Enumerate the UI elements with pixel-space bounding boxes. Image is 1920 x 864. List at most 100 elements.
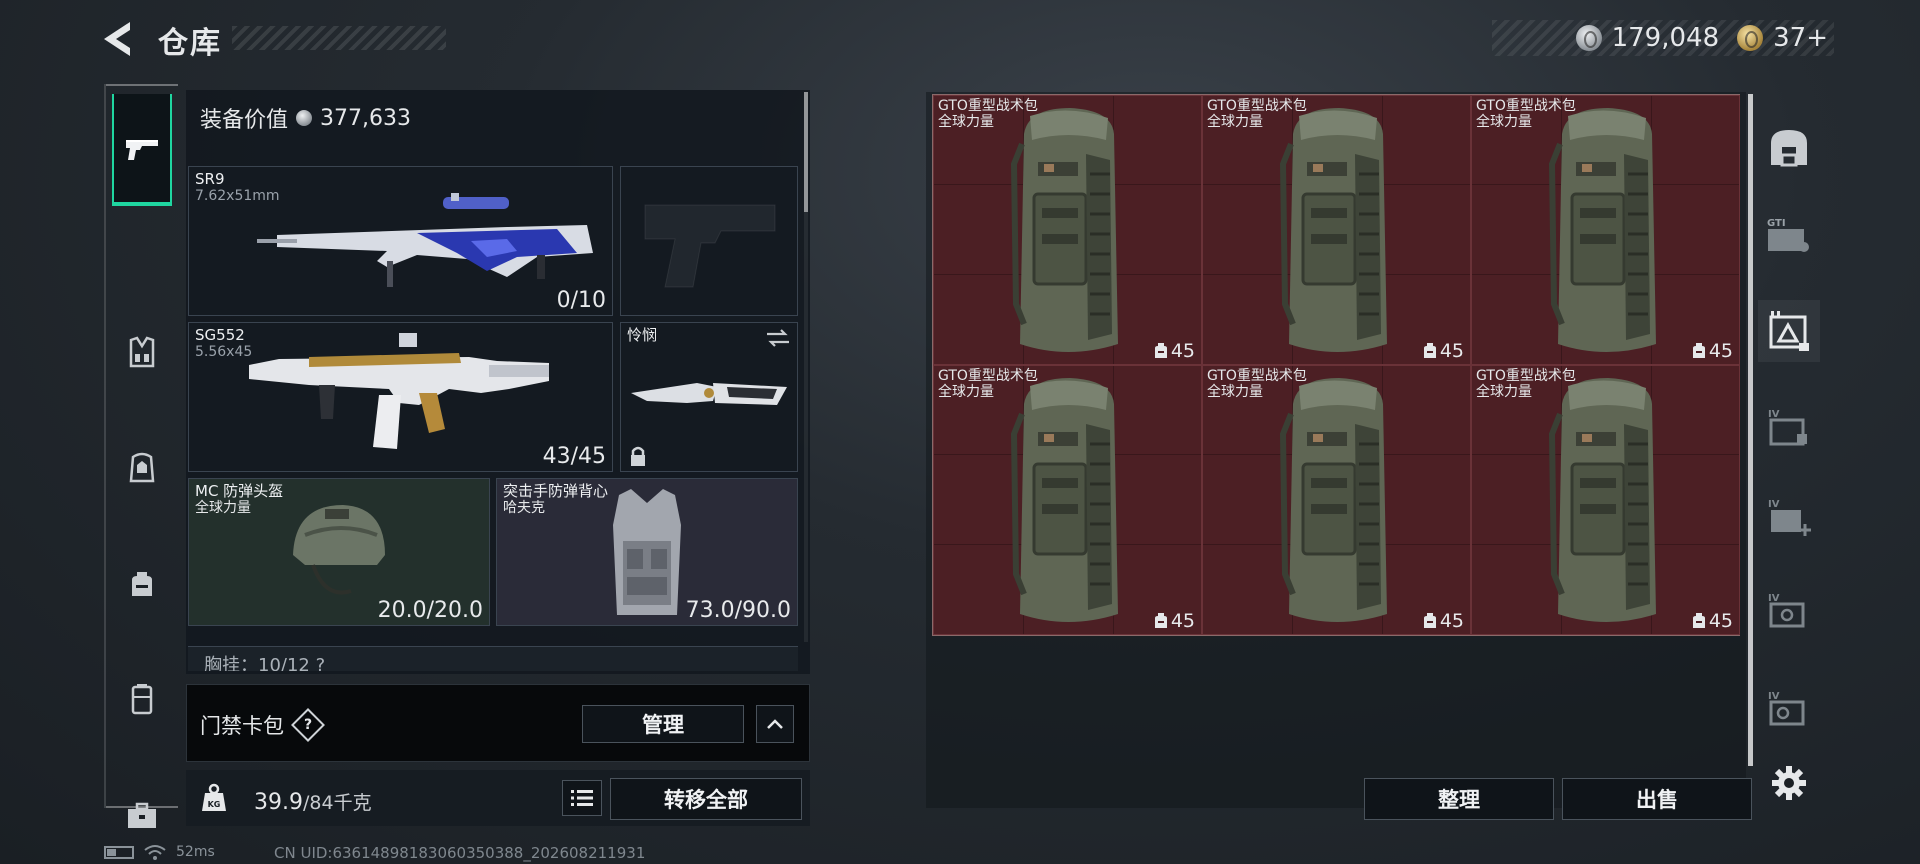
silver-coin-icon	[1575, 25, 1602, 51]
weight-max: /84千克	[302, 792, 372, 814]
secondary-weapon-slot[interactable]: SG552 5.56x45 43/45	[188, 322, 613, 472]
storage-side-tabs: GTI IV IV IV IV	[1758, 94, 1820, 814]
backpack-icon	[1279, 108, 1387, 352]
backpack-icon	[1010, 108, 1118, 352]
gold-amount[interactable]: 37+	[1773, 23, 1828, 53]
equipment-value-label: 装备价值	[200, 108, 289, 133]
storage-item-backpack[interactable]: GTO重型战术包 全球力量 45	[933, 365, 1202, 635]
sort-button[interactable]: 整理	[1364, 778, 1554, 820]
vest-faction: 哈夫克	[503, 500, 545, 516]
melee-name: 怜悯	[627, 326, 658, 344]
backpack-small-icon	[1154, 343, 1167, 358]
swap-icon[interactable]	[765, 327, 791, 349]
backpack-icon	[1279, 378, 1387, 622]
backpack-small-icon	[1423, 343, 1436, 358]
side-tab-home[interactable]	[1758, 116, 1820, 178]
tab-backpack[interactable]	[114, 556, 170, 612]
storage-item-backpack[interactable]: GTO重型战术包 全球力量 45	[1202, 95, 1471, 365]
chevron-up-icon	[767, 719, 783, 729]
storage-item-backpack[interactable]: GTO重型战术包 全球力量 45	[1471, 365, 1740, 635]
canister-icon	[131, 684, 153, 715]
extension-kit-icon: IV	[1768, 691, 1805, 726]
backpack-small-icon	[1692, 343, 1705, 358]
item-faction: 全球力量	[1207, 114, 1263, 130]
item-capacity: 45	[1423, 610, 1464, 632]
battery-icon	[104, 845, 134, 859]
side-tab-label: IV	[1768, 593, 1780, 604]
back-arrow-icon	[104, 22, 130, 56]
side-tab-label: GTI	[1767, 218, 1786, 229]
toolbox-icon	[128, 802, 156, 828]
manage-button[interactable]: 管理	[582, 705, 744, 743]
helmet-slot[interactable]: MC 防弹头盔 全球力量 20.0/20.0	[188, 478, 490, 626]
tab-case[interactable]	[114, 788, 170, 844]
vest-slot[interactable]: 突击手防弹背心 哈夫克 73.0/90.0	[496, 478, 798, 626]
equipment-scrollbar-thumb[interactable]	[804, 92, 808, 212]
transfer-all-button[interactable]: 转移全部	[610, 778, 802, 820]
knife-icon	[631, 383, 787, 405]
gold-coin-icon	[1737, 25, 1764, 51]
svg-text:KG: KG	[208, 800, 221, 809]
storage-item-backpack[interactable]: GTO重型战术包 全球力量 45	[933, 95, 1202, 365]
primary-weapon-ammo: 0/10	[556, 288, 606, 313]
backpack-small-icon	[1692, 613, 1705, 628]
tab-armor[interactable]	[114, 324, 170, 380]
tab-rig[interactable]	[114, 440, 170, 496]
storage-item-backpack[interactable]: GTO重型战术包 全球力量 45	[1202, 365, 1471, 635]
pistol-placeholder-icon	[644, 204, 776, 288]
tab-container[interactable]	[114, 672, 170, 728]
item-faction: 全球力量	[938, 384, 994, 400]
storage-item-backpack[interactable]: GTO重型战术包 全球力量 45	[1471, 95, 1740, 365]
vest-name: 突击手防弹背心	[503, 482, 609, 500]
storage-scrollbar[interactable]	[1748, 94, 1753, 766]
help-icon[interactable]: ?	[291, 708, 325, 742]
melee-slot[interactable]: 怜悯	[620, 322, 798, 472]
helmet-faction: 全球力量	[195, 500, 251, 516]
item-faction: 全球力量	[1207, 384, 1263, 400]
silver-amount: 179,048	[1611, 23, 1720, 53]
primary-weapon-name: SR9	[195, 170, 225, 188]
status-bar: 52ms	[104, 844, 215, 860]
vest-durability: 73.0/90.0	[685, 598, 791, 623]
keycard-label: 门禁卡包	[200, 714, 284, 738]
chest-rig-row[interactable]: 胸挂：10/12 ?	[188, 646, 798, 671]
ping-text: 52ms	[176, 844, 215, 860]
grid-storage-icon	[1769, 311, 1809, 351]
side-tab-storage-5[interactable]: IV	[1758, 580, 1820, 642]
body-armor-icon	[613, 489, 681, 615]
backpack-small-icon	[1154, 613, 1167, 628]
weight-icon-box: KG	[190, 774, 238, 822]
side-tab-storage-6[interactable]: IV	[1758, 678, 1820, 740]
settings-button[interactable]	[1758, 752, 1820, 814]
side-tab-storage-3[interactable]: IV	[1758, 396, 1820, 458]
vest-icon	[129, 336, 155, 368]
lock-icon	[631, 446, 645, 466]
storage-box-icon: GTI	[1767, 218, 1809, 252]
item-capacity: 45	[1154, 610, 1195, 632]
pistol-slot[interactable]	[620, 166, 798, 316]
arch-icon	[1771, 130, 1807, 167]
backpack-small-icon	[1423, 613, 1436, 628]
currency-bar: 179,048 37+	[1492, 20, 1834, 56]
sell-button[interactable]: 出售	[1562, 778, 1752, 820]
side-tab-storage-1[interactable]: GTI	[1758, 204, 1820, 266]
chest-rig-label: 胸挂：10/12 ?	[204, 655, 326, 671]
side-tab-storage-4[interactable]: IV	[1758, 486, 1820, 548]
primary-weapon-slot[interactable]: SR9 7.62x51mm 0/10	[188, 166, 613, 316]
side-tab-storage-2[interactable]	[1758, 300, 1820, 362]
item-faction: 全球力量	[938, 114, 994, 130]
back-button[interactable]	[100, 18, 140, 60]
collapse-button[interactable]	[756, 705, 794, 743]
item-capacity: 45	[1692, 340, 1733, 362]
equipment-value-amount: 377,633	[320, 105, 411, 131]
title-decoration	[232, 26, 446, 50]
list-view-button[interactable]	[562, 780, 602, 816]
gear-icon	[1772, 766, 1806, 800]
item-capacity: 45	[1692, 610, 1733, 632]
item-capacity: 45	[1154, 340, 1195, 362]
tab-weapons[interactable]	[112, 94, 172, 206]
equipment-tab-rail	[104, 84, 180, 828]
list-icon	[571, 790, 593, 806]
silver-coin-icon	[296, 110, 313, 126]
backpack-icon	[1010, 378, 1118, 622]
